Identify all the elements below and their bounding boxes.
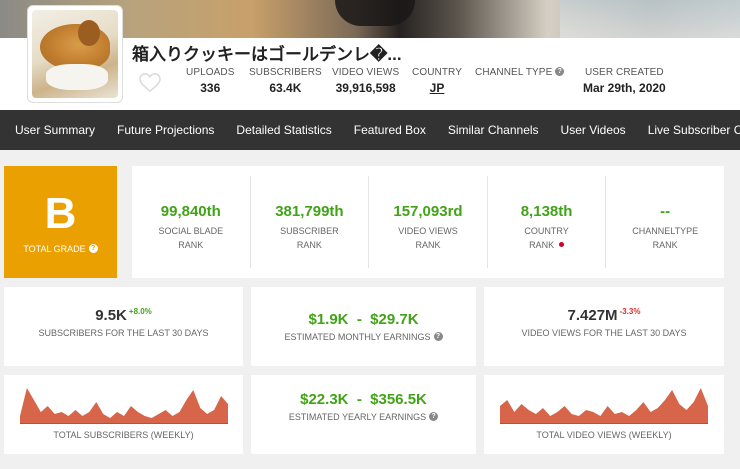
rank-video-views: 157,093rd VIDEO VIEWS RANK	[369, 176, 488, 268]
avatar-dog-ear	[78, 20, 100, 46]
monthly-earnings-card: $1.9K - $29.7K ESTIMATED MONTHLY EARNING…	[251, 287, 476, 366]
monthly-earnings-value: $1.9K - $29.7K	[308, 311, 419, 328]
nav-future-projections[interactable]: Future Projections	[106, 110, 225, 150]
rank-subscriber: 381,799th SUBSCRIBER RANK	[251, 176, 370, 268]
total-grade-card: B TOTAL GRADE?	[4, 166, 117, 278]
grade-letter: B	[44, 189, 77, 238]
nav-user-summary[interactable]: User Summary	[0, 110, 106, 150]
views-30-value: 7.427M	[567, 307, 618, 324]
rank-channel-type: -- CHANNELTYPE RANK	[632, 203, 699, 250]
channel-avatar[interactable]	[27, 5, 123, 103]
nav-live-subscriber-count[interactable]: Live Subscriber Co	[637, 110, 740, 150]
favorite-heart-icon[interactable]	[139, 73, 161, 93]
channel-name: 箱入りクッキーはゴールデンレ�...	[132, 45, 402, 64]
ranks-card: 99,840th SOCIAL BLADE RANK 381,799th SUBS…	[132, 166, 724, 278]
nav-featured-box[interactable]: Featured Box	[343, 110, 437, 150]
yearly-earnings-value: $22.3K - $356.5K	[300, 391, 427, 408]
banner-dog-nose	[335, 0, 415, 26]
total-views-sparkline	[500, 388, 708, 424]
stat-uploads: UPLOADS 336	[186, 67, 235, 95]
country-link[interactable]: JP	[412, 81, 462, 95]
stat-video-views: VIDEO VIEWS 39,916,598	[332, 67, 400, 95]
channel-nav: User Summary Future Projections Detailed…	[0, 110, 740, 150]
subs-30-days-card: 9.5K +8.0% SUBSCRIBERS FOR THE LAST 30 DA…	[4, 287, 243, 366]
grade-help-icon[interactable]: ?	[88, 244, 98, 253]
views-30-change: -3.3%	[619, 307, 641, 316]
stat-user-created: USER CREATED Mar 29th, 2020	[583, 67, 666, 95]
avatar-image	[32, 10, 118, 98]
views-30-days-card: 7.427M -3.3% VIDEO VIEWS FOR THE LAST 30 …	[484, 287, 724, 366]
grade-label: TOTAL GRADE	[23, 244, 86, 254]
yearly-earnings-card: $22.3K - $356.5K ESTIMATED YEARLY EARNIN…	[251, 375, 476, 454]
stat-channel-type: CHANNEL TYPE?	[475, 67, 565, 81]
stat-country: COUNTRY JP	[412, 67, 462, 95]
sparkline-area	[19, 388, 228, 424]
total-subs-weekly-card: TOTAL SUBSCRIBERS (WEEKLY)	[4, 375, 243, 454]
banner-sky	[560, 0, 740, 38]
subs-30-value: 9.5K	[95, 307, 127, 324]
total-views-weekly-card: TOTAL VIDEO VIEWS (WEEKLY)	[484, 375, 724, 454]
nav-user-videos[interactable]: User Videos	[550, 110, 637, 150]
japan-flag-icon	[559, 242, 565, 247]
rank-social-blade: 99,840th SOCIAL BLADE RANK	[132, 176, 251, 268]
monthly-earnings-help-icon[interactable]: ?	[433, 332, 443, 341]
yearly-earnings-help-icon[interactable]: ?	[429, 412, 439, 421]
channel-type-help-icon[interactable]: ?	[555, 67, 565, 76]
stat-subscribers: SUBSCRIBERS 63.4K	[249, 67, 322, 95]
nav-detailed-statistics[interactable]: Detailed Statistics	[225, 110, 342, 150]
sparkline-area	[500, 388, 708, 424]
total-subs-sparkline	[19, 388, 228, 424]
subs-30-change: +8.0%	[128, 307, 152, 316]
avatar-pillow	[46, 64, 108, 90]
rank-country: 8,138th COUNTRY RANK	[488, 176, 607, 268]
nav-similar-channels[interactable]: Similar Channels	[437, 110, 550, 150]
